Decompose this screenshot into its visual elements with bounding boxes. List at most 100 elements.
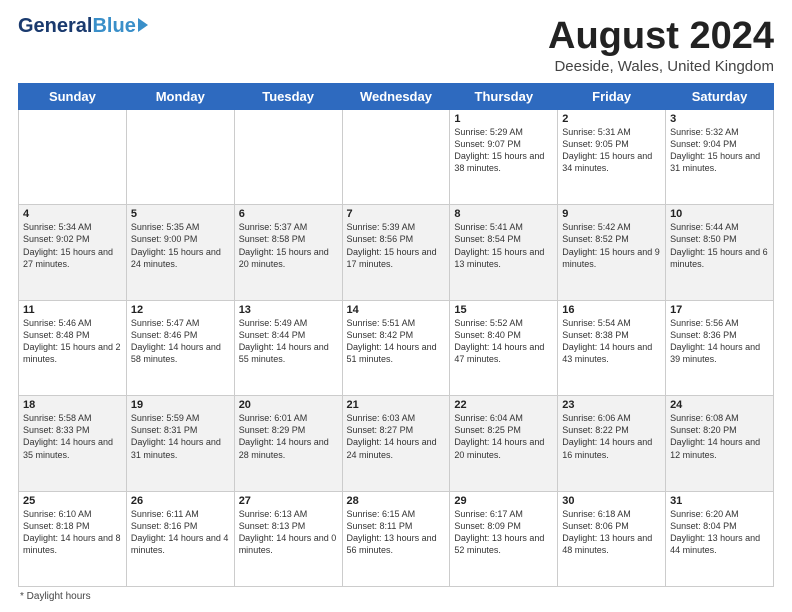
day-number: 6 — [239, 208, 338, 220]
day-number: 26 — [131, 495, 230, 507]
day-number: 25 — [23, 495, 122, 507]
day-info: Sunrise: 5:37 AMSunset: 8:58 PMDaylight:… — [239, 222, 329, 268]
table-cell: 14Sunrise: 5:51 AMSunset: 8:42 PMDayligh… — [342, 300, 450, 395]
day-info: Sunrise: 5:41 AMSunset: 8:54 PMDaylight:… — [454, 222, 544, 268]
page: GeneralBlue August 2024 Deeside, Wales, … — [0, 0, 792, 612]
day-info: Sunrise: 5:46 AMSunset: 8:48 PMDaylight:… — [23, 318, 121, 364]
day-number: 20 — [239, 399, 338, 411]
table-cell: 16 Sunrise: 5:54 AMSunset: 8:38 PMDayligh… — [558, 300, 666, 395]
table-cell: 21Sunrise: 6:03 AMSunset: 8:27 PMDayligh… — [342, 396, 450, 491]
table-cell: 3 Sunrise: 5:32 AMSunset: 9:04 PMDaylight… — [666, 109, 774, 204]
day-info: Sunrise: 5:35 AMSunset: 9:00 PMDaylight:… — [131, 222, 221, 268]
day-number: 16 — [562, 304, 661, 316]
day-number: 10 — [670, 208, 769, 220]
calendar-week-row: 18Sunrise: 5:58 AMSunset: 8:33 PMDayligh… — [19, 396, 774, 491]
table-cell: 11 Sunrise: 5:46 AMSunset: 8:48 PMDayligh… — [19, 300, 127, 395]
day-number: 12 — [131, 304, 230, 316]
day-info: Sunrise: 6:17 AMSunset: 8:09 PMDaylight:… — [454, 509, 544, 555]
header-row: Sunday Monday Tuesday Wednesday Thursday… — [19, 83, 774, 109]
table-cell: 26 Sunrise: 6:11 AMSunset: 8:16 PMDayligh… — [126, 491, 234, 586]
day-info: Sunrise: 6:15 AMSunset: 8:11 PMDaylight:… — [347, 509, 437, 555]
day-info: Sunrise: 6:08 AMSunset: 8:20 PMDaylight:… — [670, 413, 760, 459]
day-info: Sunrise: 5:56 AMSunset: 8:36 PMDaylight:… — [670, 318, 760, 364]
table-cell: 23Sunrise: 6:06 AMSunset: 8:22 PMDayligh… — [558, 396, 666, 491]
day-info: Sunrise: 5:42 AMSunset: 8:52 PMDaylight:… — [562, 222, 660, 268]
table-cell — [19, 109, 127, 204]
calendar-week-row: 4Sunrise: 5:34 AMSunset: 9:02 PMDaylight… — [19, 205, 774, 300]
day-info: Sunrise: 5:47 AMSunset: 8:46 PMDaylight:… — [131, 318, 221, 364]
day-number: 18 — [23, 399, 122, 411]
day-number: 27 — [239, 495, 338, 507]
col-sunday: Sunday — [19, 83, 127, 109]
day-info: Sunrise: 6:01 AMSunset: 8:29 PMDaylight:… — [239, 413, 329, 459]
day-info: Sunrise: 6:04 AMSunset: 8:25 PMDaylight:… — [454, 413, 544, 459]
day-number: 8 — [454, 208, 553, 220]
day-number: 13 — [239, 304, 338, 316]
table-cell: 15Sunrise: 5:52 AMSunset: 8:40 PMDayligh… — [450, 300, 558, 395]
day-info: Sunrise: 5:39 AMSunset: 8:56 PMDaylight:… — [347, 222, 437, 268]
logo-blue: Blue — [92, 16, 135, 36]
day-info: Sunrise: 6:13 AMSunset: 8:13 PMDaylight:… — [239, 509, 337, 555]
day-info: Sunrise: 5:31 AMSunset: 9:05 PMDaylight:… — [562, 127, 652, 173]
day-number: 11 — [23, 304, 122, 316]
col-monday: Monday — [126, 83, 234, 109]
day-info: Sunrise: 5:32 AMSunset: 9:04 PMDaylight:… — [670, 127, 760, 173]
table-cell: 4Sunrise: 5:34 AMSunset: 9:02 PMDaylight… — [19, 205, 127, 300]
table-cell: 30 Sunrise: 6:18 AMSunset: 8:06 PMDayligh… — [558, 491, 666, 586]
table-cell: 6 Sunrise: 5:37 AMSunset: 8:58 PMDaylight… — [234, 205, 342, 300]
table-cell: 13 Sunrise: 5:49 AMSunset: 8:44 PMDayligh… — [234, 300, 342, 395]
header: GeneralBlue August 2024 Deeside, Wales, … — [18, 16, 774, 75]
month-title: August 2024 — [548, 16, 774, 58]
table-cell: 19Sunrise: 5:59 AMSunset: 8:31 PMDayligh… — [126, 396, 234, 491]
day-number: 19 — [131, 399, 230, 411]
day-info: Sunrise: 6:20 AMSunset: 8:04 PMDaylight:… — [670, 509, 760, 555]
day-number: 9 — [562, 208, 661, 220]
calendar-week-row: 25 Sunrise: 6:10 AMSunset: 8:18 PMDayligh… — [19, 491, 774, 586]
table-cell: 12 Sunrise: 5:47 AMSunset: 8:46 PMDayligh… — [126, 300, 234, 395]
footer-note: * Daylight hours — [18, 591, 774, 602]
day-number: 1 — [454, 113, 553, 125]
day-number: 7 — [347, 208, 446, 220]
day-number: 14 — [347, 304, 446, 316]
day-number: 3 — [670, 113, 769, 125]
day-info: Sunrise: 5:54 AMSunset: 8:38 PMDaylight:… — [562, 318, 652, 364]
calendar-table: Sunday Monday Tuesday Wednesday Thursday… — [18, 83, 774, 587]
day-info: Sunrise: 5:29 AMSunset: 9:07 PMDaylight:… — [454, 127, 544, 173]
daylight-label: Daylight hours — [27, 591, 91, 602]
col-saturday: Saturday — [666, 83, 774, 109]
day-number: 15 — [454, 304, 553, 316]
table-cell: 29 Sunrise: 6:17 AMSunset: 8:09 PMDayligh… — [450, 491, 558, 586]
logo-arrow-icon — [138, 18, 148, 32]
table-cell: 24 Sunrise: 6:08 AMSunset: 8:20 PMDayligh… — [666, 396, 774, 491]
table-cell: 18Sunrise: 5:58 AMSunset: 8:33 PMDayligh… — [19, 396, 127, 491]
day-number: 31 — [670, 495, 769, 507]
table-cell — [126, 109, 234, 204]
day-number: 5 — [131, 208, 230, 220]
col-thursday: Thursday — [450, 83, 558, 109]
table-cell: 31 Sunrise: 6:20 AMSunset: 8:04 PMDayligh… — [666, 491, 774, 586]
table-cell — [342, 109, 450, 204]
table-cell: 27 Sunrise: 6:13 AMSunset: 8:13 PMDayligh… — [234, 491, 342, 586]
day-info: Sunrise: 5:49 AMSunset: 8:44 PMDaylight:… — [239, 318, 329, 364]
logo-text: GeneralBlue — [18, 16, 148, 36]
col-tuesday: Tuesday — [234, 83, 342, 109]
day-number: 24 — [670, 399, 769, 411]
col-friday: Friday — [558, 83, 666, 109]
table-cell: 2Sunrise: 5:31 AMSunset: 9:05 PMDaylight… — [558, 109, 666, 204]
day-number: 29 — [454, 495, 553, 507]
location: Deeside, Wales, United Kingdom — [548, 58, 774, 75]
calendar-week-row: 11 Sunrise: 5:46 AMSunset: 8:48 PMDayligh… — [19, 300, 774, 395]
day-number: 4 — [23, 208, 122, 220]
day-info: Sunrise: 6:18 AMSunset: 8:06 PMDaylight:… — [562, 509, 652, 555]
day-info: Sunrise: 6:11 AMSunset: 8:16 PMDaylight:… — [131, 509, 229, 555]
table-cell: 9 Sunrise: 5:42 AMSunset: 8:52 PMDaylight… — [558, 205, 666, 300]
day-number: 30 — [562, 495, 661, 507]
table-cell: 10Sunrise: 5:44 AMSunset: 8:50 PMDayligh… — [666, 205, 774, 300]
logo-general: General — [18, 16, 92, 36]
day-number: 22 — [454, 399, 553, 411]
day-info: Sunrise: 6:03 AMSunset: 8:27 PMDaylight:… — [347, 413, 437, 459]
table-cell — [234, 109, 342, 204]
table-cell: 25 Sunrise: 6:10 AMSunset: 8:18 PMDayligh… — [19, 491, 127, 586]
day-info: Sunrise: 6:10 AMSunset: 8:18 PMDaylight:… — [23, 509, 121, 555]
title-block: August 2024 Deeside, Wales, United Kingd… — [548, 16, 774, 75]
